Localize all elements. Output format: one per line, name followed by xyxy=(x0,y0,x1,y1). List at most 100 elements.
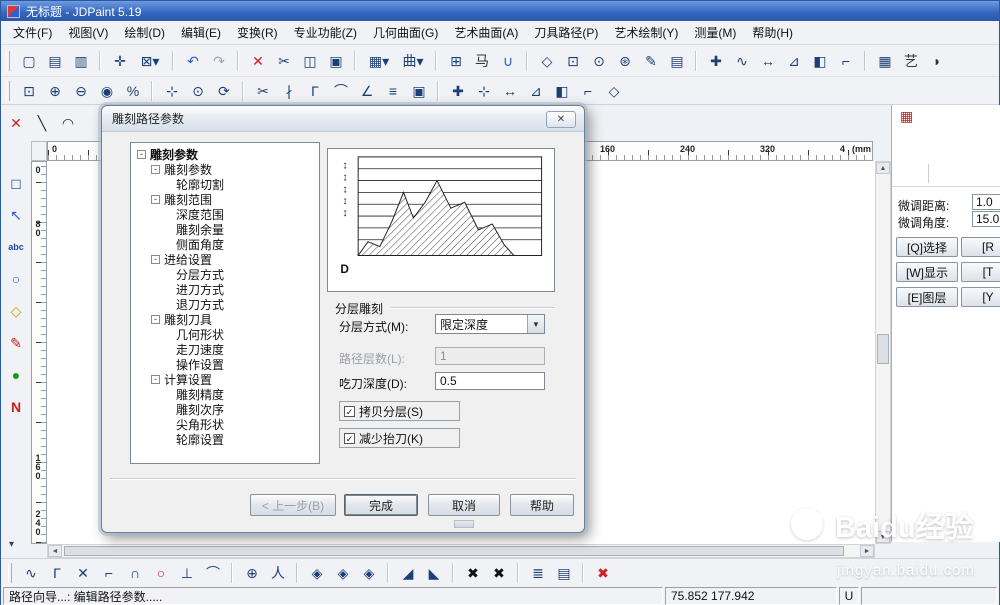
diamond-tool-button[interactable]: ◇ xyxy=(4,299,28,323)
display-mode-button[interactable]: [W]显示 xyxy=(896,262,958,282)
tree-item[interactable]: - 雕刻范围 xyxy=(131,192,319,207)
offset-curve-button[interactable]: ≡ xyxy=(380,79,406,103)
reduce-lift-checkbox-row[interactable]: ✓ 减少抬刀(K) xyxy=(339,428,460,448)
dialog-close-button[interactable]: ✕ xyxy=(546,111,576,128)
fillet-button[interactable]: ⌒ xyxy=(328,79,354,103)
zoom-previous-button[interactable]: ◉ xyxy=(94,79,120,103)
tangent-arc-button[interactable]: ⌒ xyxy=(200,561,226,585)
tree-item[interactable]: - 进给设置 xyxy=(131,252,319,267)
tree-item[interactable]: 退刀方式 xyxy=(131,297,319,312)
magnet-tool-button[interactable]: N xyxy=(4,395,28,419)
arc-tool-button[interactable]: ◠ xyxy=(55,111,81,135)
tree-item[interactable]: 走刀速度 xyxy=(131,342,319,357)
vscroll-thumb[interactable] xyxy=(877,334,889,364)
tree-item[interactable]: - 雕刻刀具 xyxy=(131,312,319,327)
sheet-path-button[interactable]: ▤ xyxy=(551,561,577,585)
titlebar[interactable]: 无标题 - JDPaint 5.19 xyxy=(1,1,999,21)
copy-button[interactable]: ◫ xyxy=(297,49,323,73)
cut-depth-input[interactable]: 0.5 xyxy=(435,372,545,390)
ramp-up-button[interactable]: ◢ xyxy=(387,561,421,585)
paste-button[interactable]: ▣ xyxy=(323,49,349,73)
tree-item[interactable]: 雕刻精度 xyxy=(131,387,319,402)
tree-item[interactable]: 侧面角度 xyxy=(131,237,319,252)
node-tool-button[interactable]: ⊹ xyxy=(471,79,497,103)
array-copy-button[interactable]: ▦▾ xyxy=(354,49,396,73)
arc-path-button[interactable]: ∩ xyxy=(122,561,148,585)
r-mode-button[interactable]: [R xyxy=(961,237,1000,257)
horizontal-scrollbar[interactable]: ◄ ► xyxy=(47,544,875,558)
menu-transform[interactable]: 变换(R) xyxy=(229,21,286,44)
toolbar-grip[interactable] xyxy=(6,80,10,101)
dimension-button[interactable]: ✛ xyxy=(99,49,133,73)
ramp-down-button[interactable]: ◣ xyxy=(421,561,447,585)
menu-file[interactable]: 文件(F) xyxy=(5,21,60,44)
perpendicular-path-button[interactable]: ⊥ xyxy=(174,561,200,585)
tree-item[interactable]: 分层方式 xyxy=(131,267,319,282)
scroll-down-icon[interactable]: ▼ xyxy=(876,531,890,543)
toolbar-more-icon[interactable]: ▾ xyxy=(9,539,14,550)
tree-item[interactable]: 深度范围 xyxy=(131,207,319,222)
grid-surface-button[interactable]: ▦ xyxy=(864,49,898,73)
tree-expander-icon[interactable]: - xyxy=(151,375,160,384)
node-edit-button[interactable]: ↖ xyxy=(4,203,28,227)
comb-path-button[interactable]: ≣ xyxy=(517,561,551,585)
tree-item[interactable]: - 计算设置 xyxy=(131,372,319,387)
region-path-button[interactable]: ○ xyxy=(148,561,174,585)
polygon-tool-button[interactable]: ○ xyxy=(4,267,28,291)
new-file-button[interactable]: ▢ xyxy=(16,49,42,73)
tree-item[interactable]: 轮廓设置 xyxy=(131,432,319,447)
tree-expander-icon[interactable]: - xyxy=(151,195,160,204)
menu-help[interactable]: 帮助(H) xyxy=(744,21,801,44)
cancel-button[interactable]: 取消 xyxy=(428,494,500,516)
shield-u-button[interactable]: ∪ xyxy=(495,49,521,73)
tree-item[interactable]: 操作设置 xyxy=(131,357,319,372)
tree-item[interactable]: 雕刻余量 xyxy=(131,222,319,237)
nudge-distance-input[interactable]: 1.0 xyxy=(972,194,1000,210)
corner-trim-button[interactable]: Γ xyxy=(302,79,328,103)
help-button[interactable]: 帮助 xyxy=(510,494,574,516)
zoom-out-button[interactable]: ⊖ xyxy=(68,79,94,103)
checkbox-checked-icon[interactable]: ✓ xyxy=(344,432,355,444)
scroll-up-icon[interactable]: ▲ xyxy=(876,162,890,174)
pin-tool-button[interactable]: ● xyxy=(4,363,28,387)
cut-button[interactable]: ✂ xyxy=(271,49,297,73)
erase-red-button[interactable]: ✕ xyxy=(3,111,29,135)
menu-draw[interactable]: 绘制(D) xyxy=(116,21,173,44)
menu-art-draw[interactable]: 艺术绘制(Y) xyxy=(606,21,686,44)
tree-item[interactable]: - 雕刻参数 xyxy=(131,162,319,177)
tree-expander-icon[interactable]: - xyxy=(151,315,160,324)
corner-path-2-button[interactable]: ⌐ xyxy=(96,561,122,585)
dialog-titlebar[interactable]: 雕刻路径参数 xyxy=(102,106,584,132)
corner-path-button[interactable]: Γ xyxy=(44,561,70,585)
undo-button[interactable]: ↶ xyxy=(172,49,206,73)
pan-view-button[interactable]: ⊹ xyxy=(151,79,185,103)
zoom-percent-button[interactable]: % xyxy=(120,79,146,103)
finish-button[interactable]: 完成 xyxy=(344,494,418,516)
combo-dropdown-icon[interactable]: ▼ xyxy=(527,315,544,333)
tree-expander-icon[interactable]: - xyxy=(151,255,160,264)
line-segment-button[interactable]: ╲ xyxy=(29,111,55,135)
zoom-window-button[interactable]: ⊡ xyxy=(16,79,42,103)
delete-button[interactable]: ✕ xyxy=(237,49,271,73)
art-horse-button[interactable]: 马 xyxy=(469,49,495,73)
menu-edit[interactable]: 编辑(E) xyxy=(173,21,229,44)
menu-pro-functions[interactable]: 专业功能(Z) xyxy=(286,21,365,44)
add-point-button[interactable]: ✚ xyxy=(695,49,729,73)
gear-settings-button[interactable]: ⊛ xyxy=(612,49,638,73)
diamond-plus-button[interactable]: ◇ xyxy=(601,79,627,103)
menu-art-surface[interactable]: 艺术曲面(A) xyxy=(446,21,526,44)
toolbar-grip[interactable] xyxy=(6,50,10,71)
menu-geometry-surface[interactable]: 几何曲面(G) xyxy=(365,21,446,44)
toolbar-grip[interactable] xyxy=(8,562,12,583)
t-mode-button[interactable]: [T xyxy=(961,262,1000,282)
cross-mill-button[interactable]: ✖ xyxy=(452,561,486,585)
delete-path-button[interactable]: ✖ xyxy=(582,561,616,585)
tree-item[interactable]: 尖角形状 xyxy=(131,417,319,432)
snap-grid-button[interactable]: ⊡ xyxy=(560,49,586,73)
tree-item[interactable]: 轮廓切割 xyxy=(131,177,319,192)
slope-tool-button[interactable]: ⊿ xyxy=(523,79,549,103)
chamfer-button[interactable]: ∠ xyxy=(354,79,380,103)
brush-tool-button[interactable]: ✎ xyxy=(4,331,28,355)
nudge-angle-input[interactable]: 15.0 xyxy=(972,211,1000,227)
cross-path-button[interactable]: ✕ xyxy=(70,561,96,585)
